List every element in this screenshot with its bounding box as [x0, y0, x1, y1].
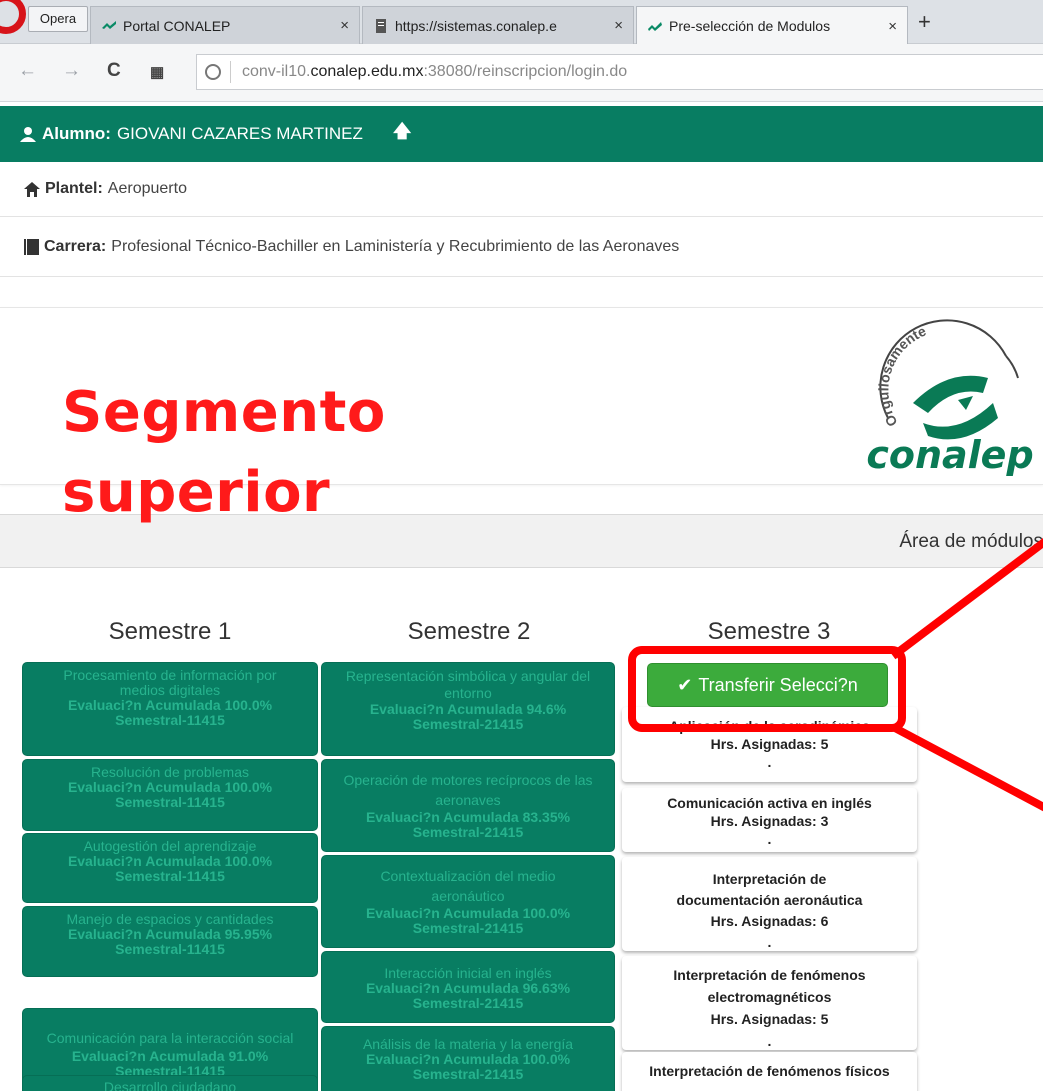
new-tab-button[interactable]: + [918, 9, 931, 35]
plantel-label: Plantel: [45, 180, 103, 197]
tab-title: Pre-selección de Modulos [669, 18, 831, 34]
module-card-s1-2[interactable]: Resolución de problemas Evaluaci?n Acumu… [22, 759, 318, 831]
module-card-s1-4[interactable]: Manejo de espacios y cantidades Evaluaci… [22, 906, 318, 977]
module-card-s1-6[interactable]: Desarrollo ciudadano [22, 1075, 318, 1091]
selected-module-card-4[interactable]: Interpretación de fenómenos electromagné… [622, 956, 917, 1050]
forward-arrow-icon[interactable]: → [62, 60, 81, 82]
user-icon [20, 127, 36, 142]
opera-menu-button[interactable]: Opera [28, 6, 88, 32]
module-card-s2-4[interactable]: Interacción inicial en inglés Evaluaci?n… [321, 951, 615, 1023]
site-info-icon[interactable] [205, 64, 221, 80]
conalep-favicon-icon [648, 22, 662, 31]
carrera-label: Carrera: [44, 237, 107, 255]
address-bar: ← → C ▦ conv-il10.conalep.edu.mx:38080/r… [0, 44, 1043, 102]
opera-logo-icon[interactable] [0, 0, 26, 34]
semester-3-title: Semestre 3 [707, 618, 831, 645]
conalep-favicon-icon [102, 20, 116, 29]
module-card-s2-1[interactable]: Representación simbólica y angular del e… [321, 662, 615, 756]
conalep-logo: Orgullosamente conalep [866, 319, 1034, 477]
student-header: Alumno: GIOVANI CAZARES MARTINEZ 🡅 [0, 106, 1043, 162]
home-icon [24, 181, 40, 197]
book-icon [24, 238, 39, 255]
document-icon [376, 18, 386, 33]
conalep-wordmark: conalep [866, 433, 1033, 477]
url-text[interactable]: conv-il10.conalep.edu.mx:38080/reinscrip… [242, 63, 627, 81]
carrera-row: Carrera: Profesional Técnico-Bachiller e… [0, 217, 1043, 277]
close-icon[interactable]: × [340, 17, 349, 34]
tab-title: Portal CONALEP [123, 17, 231, 34]
semester-2-title: Semestre 2 [407, 618, 531, 645]
student-name: GIOVANI CAZARES MARTINEZ [116, 124, 363, 143]
semester-1-title: Semestre 1 [108, 618, 232, 645]
module-card-s1-3[interactable]: Autogestión del aprendizaje Evaluaci?n A… [22, 833, 318, 903]
module-card-s1-1[interactable]: Procesamiento de información por medios … [22, 662, 318, 756]
browser-tab-bar: Opera Portal CONALEP × https://sistemas.… [0, 0, 1043, 45]
module-card-s2-3[interactable]: Contextualización del medio aeronáutico … [321, 855, 615, 948]
tab-portal-conalep[interactable]: Portal CONALEP × [90, 6, 360, 44]
annotation-text: Segmento superior [62, 380, 386, 525]
modules-area-title: Área de módulos [899, 531, 1043, 552]
speed-dial-grid-icon[interactable]: ▦ [150, 63, 164, 81]
up-arrow-icon[interactable]: 🡅 [393, 119, 412, 149]
annotation-highlight-box [628, 646, 906, 732]
student-label: Alumno: [42, 124, 111, 143]
selected-module-card-2[interactable]: Comunicación activa en inglés Hrs. Asign… [622, 788, 917, 852]
close-icon[interactable]: × [888, 18, 897, 35]
svg-text:Orgullosamente: Orgullosamente [875, 323, 928, 430]
plantel-row: Plantel: Aeropuerto [0, 162, 1043, 217]
carrera-value: Profesional Técnico-Bachiller en Laminis… [111, 237, 680, 255]
reload-icon[interactable]: C [107, 60, 121, 82]
plantel-value: Aeropuerto [107, 180, 187, 197]
tab-sistemas[interactable]: https://sistemas.conalep.e × [362, 6, 634, 44]
close-icon[interactable]: × [614, 17, 623, 34]
selected-module-card-5[interactable]: Interpretación de fenómenos físicos de l… [622, 1052, 917, 1091]
back-arrow-icon[interactable]: ← [18, 60, 37, 82]
selected-module-card-3[interactable]: Interpretación de documentación aeronáut… [622, 857, 917, 951]
module-card-s2-2[interactable]: Operación de motores recíprocos de las a… [321, 759, 615, 852]
url-separator [230, 61, 231, 83]
url-field[interactable]: conv-il10.conalep.edu.mx:38080/reinscrip… [196, 54, 1043, 90]
tab-title: https://sistemas.conalep.e [395, 17, 557, 34]
tab-preseleccion[interactable]: Pre-selección de Modulos × [636, 6, 908, 45]
module-card-s2-5[interactable]: Análisis de la materia y la energía Eval… [321, 1026, 615, 1091]
